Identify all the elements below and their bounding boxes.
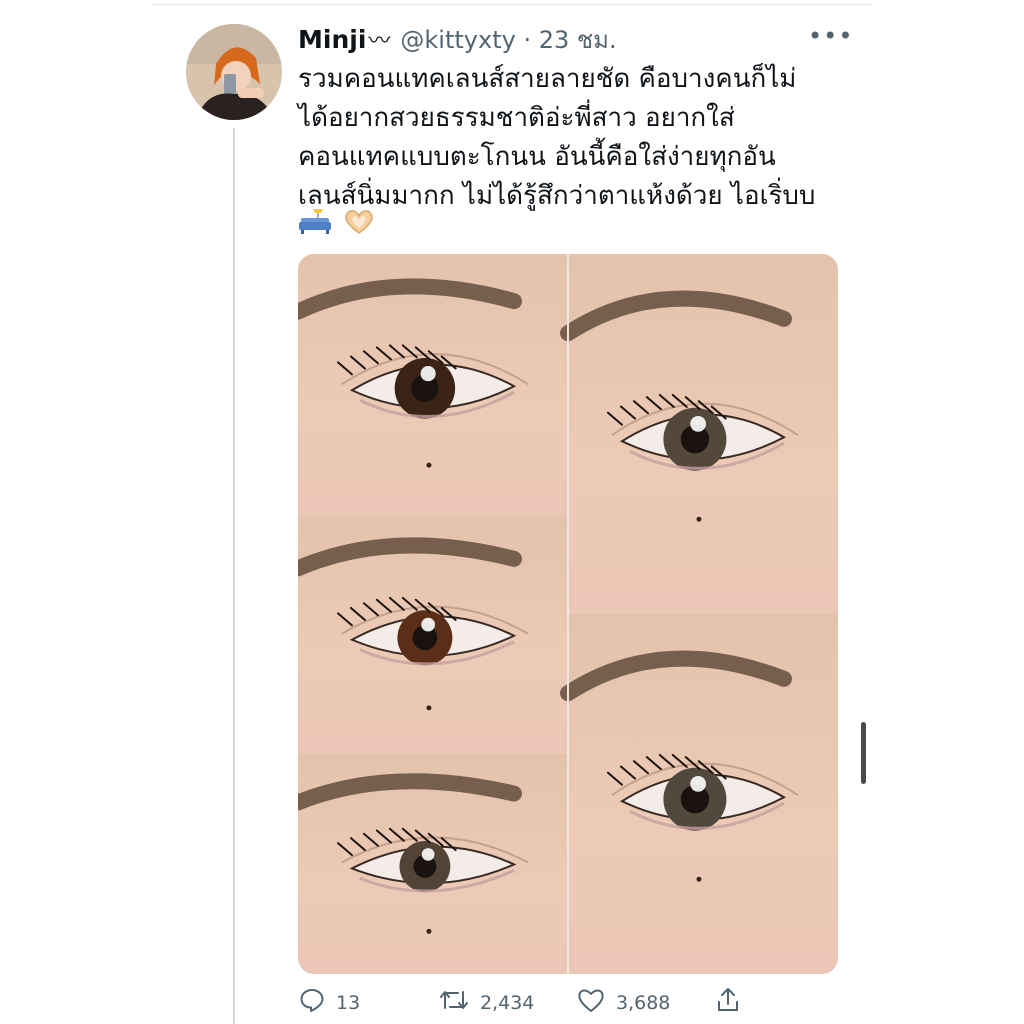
- wave-icon: 〰: [368, 29, 391, 54]
- eye-photo[interactable]: [560, 254, 838, 614]
- author-handle-and-time[interactable]: @kittyxty · 23 ชม.: [400, 20, 616, 59]
- reply-icon: [298, 986, 326, 1019]
- heart-icon: [576, 986, 606, 1019]
- top-divider: [152, 4, 872, 5]
- eye-photo[interactable]: [298, 254, 568, 516]
- tweet-header: Minji 〰 @kittyxty · 23 ชม.: [298, 20, 617, 54]
- retweet-count: 2,434: [480, 991, 535, 1014]
- reply-button[interactable]: 13: [298, 986, 360, 1019]
- like-button[interactable]: 3,688: [576, 986, 670, 1019]
- share-icon: [714, 986, 742, 1019]
- tweet-actions: 13 2,434 3,688: [298, 986, 758, 1020]
- emoji-row: [298, 206, 376, 240]
- like-count: 3,688: [616, 991, 671, 1014]
- eye-photo[interactable]: [298, 516, 568, 754]
- eye-photo-grid: [298, 254, 838, 974]
- thread-line: [233, 128, 235, 1024]
- author-name[interactable]: Minji: [298, 25, 366, 54]
- retweet-button[interactable]: 2,434: [438, 986, 534, 1019]
- reply-count: 13: [336, 991, 361, 1014]
- share-button[interactable]: [714, 986, 742, 1019]
- tweet-text: รวมคอนแทคเลนส์สายลายชัด คือบางคนก็ไม่ ได…: [298, 64, 816, 211]
- eye-photo[interactable]: [298, 754, 568, 974]
- eye-photo[interactable]: [560, 614, 838, 974]
- heart-hands-icon: [342, 206, 376, 240]
- avatar[interactable]: [186, 24, 282, 120]
- couch-and-lamp-icon: [298, 206, 332, 240]
- tweet-media[interactable]: [298, 254, 838, 974]
- more-options-icon[interactable]: •••: [808, 22, 853, 50]
- scrollbar[interactable]: [861, 722, 866, 784]
- retweet-icon: [438, 986, 470, 1019]
